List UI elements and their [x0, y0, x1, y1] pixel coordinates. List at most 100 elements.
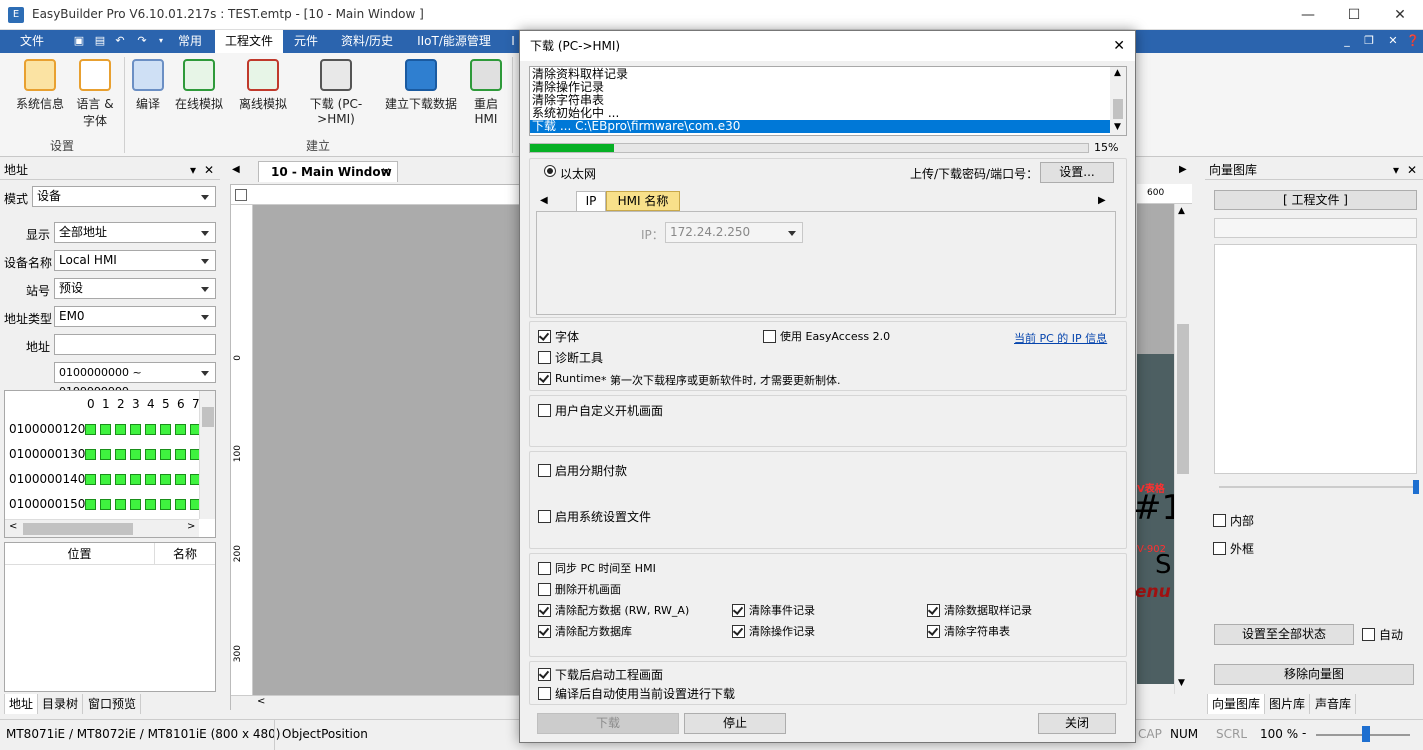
bit-cell[interactable] [160, 424, 171, 435]
list-header-name[interactable]: 名称 [155, 543, 215, 565]
redo-icon[interactable]: ↷ [135, 34, 149, 48]
bit-cell[interactable] [115, 449, 126, 460]
bit-cell[interactable] [85, 474, 96, 485]
bit-cell[interactable] [100, 474, 111, 485]
bit-cell[interactable] [160, 449, 171, 460]
tab-hmi-name[interactable]: HMI 名称 [606, 191, 680, 211]
tab-ip[interactable]: IP [576, 191, 606, 211]
menu-iiot[interactable]: IIoT/能源管理 [408, 30, 500, 53]
installment-checkbox[interactable]: 启用分期付款 [538, 464, 627, 478]
auto-checkbox[interactable]: 自动 [1362, 628, 1403, 642]
bit-cell[interactable] [85, 449, 96, 460]
clear-sample-checkbox[interactable]: 清除数据取样记录 [927, 604, 1032, 618]
download-pc-hmi-button[interactable]: 下载 (PC- >HMI) [304, 59, 368, 126]
outer-checkbox[interactable]: 外框 [1213, 542, 1254, 556]
mdi-minimize-icon[interactable]: _ [1340, 34, 1354, 48]
bit-cell[interactable] [145, 424, 156, 435]
menu-more[interactable]: I [506, 30, 520, 53]
bit-cell[interactable] [100, 424, 111, 435]
bit-cell[interactable] [160, 499, 171, 510]
clear-recipe-db-checkbox[interactable]: 清除配方数据库 [538, 625, 632, 639]
custom-boot-screen-checkbox[interactable]: 用户自定义开机画面 [538, 404, 663, 418]
language-font-button[interactable]: 语言 & 字体 [70, 59, 120, 129]
online-simulation-button[interactable]: 在线模拟 [172, 59, 226, 112]
tabs-scroll-right-icon[interactable]: ▶ [1098, 195, 1106, 206]
close-button[interactable]: 关闭 [1038, 713, 1116, 734]
mode-select[interactable]: 设备 [32, 186, 216, 207]
pane-dropdown-icon[interactable]: ▾ [190, 160, 196, 180]
delete-boot-screen-checkbox[interactable]: 删除开机画面 [538, 583, 621, 597]
bit-cell[interactable] [130, 474, 141, 485]
bit-cell[interactable] [100, 499, 111, 510]
zoom-out-icon[interactable]: - [1302, 726, 1306, 740]
bit-cell[interactable] [130, 449, 141, 460]
save-icon[interactable]: ▣ [72, 34, 86, 48]
bit-cell[interactable] [115, 499, 126, 510]
bit-cell[interactable] [175, 424, 186, 435]
undo-icon[interactable]: ↶ [113, 34, 127, 48]
bit-cell[interactable] [100, 449, 111, 460]
bit-cell[interactable] [175, 499, 186, 510]
clear-event-checkbox[interactable]: 清除事件记录 [732, 604, 815, 618]
menu-object[interactable]: 元件 [285, 30, 327, 53]
compile-button[interactable]: 编译 [128, 59, 168, 112]
bit-cell[interactable] [115, 424, 126, 435]
vertical-scrollbar[interactable] [199, 391, 215, 519]
tab-vector-library[interactable]: 向量图库 [1207, 694, 1266, 714]
mdi-close-icon[interactable]: ✕ [1386, 34, 1400, 48]
pane-dropdown-icon[interactable]: ▾ [1393, 160, 1399, 180]
clear-recipe-checkbox[interactable]: 清除配方数据 (RW, RW_A) [538, 604, 689, 618]
close-window-icon[interactable]: ✕ [1377, 0, 1423, 30]
menu-project[interactable]: 工程文件 [215, 30, 283, 53]
vector-slider[interactable] [1219, 480, 1419, 494]
auto-download-after-compile-checkbox[interactable]: 编译后自动使用当前设置进行下载 [538, 687, 735, 701]
device-name-select[interactable]: Local HMI [54, 250, 216, 271]
vector-preview-list[interactable] [1214, 244, 1417, 474]
minimize-icon[interactable]: — [1285, 0, 1331, 30]
ethernet-radio[interactable] [544, 165, 556, 177]
start-after-download-checkbox[interactable]: 下载后启动工程画面 [538, 668, 663, 682]
horizontal-scrollbar[interactable]: < > [5, 519, 199, 537]
offline-simulation-button[interactable]: 离线模拟 [236, 59, 290, 112]
canvas-horizontal-scrollbar[interactable]: < [231, 695, 521, 710]
mdi-restore-icon[interactable]: ❐ [1362, 34, 1376, 48]
menu-data-history[interactable]: 资料/历史 [332, 30, 402, 53]
tab-window-preview[interactable]: 窗口预览 [84, 694, 142, 714]
list-header-position[interactable]: 位置 [5, 543, 155, 565]
remove-vector-button[interactable]: 移除向量图 [1214, 664, 1414, 685]
station-select[interactable]: 预设 [54, 278, 216, 299]
address-input[interactable] [54, 334, 216, 355]
bit-cell[interactable] [85, 499, 96, 510]
dialog-close-icon[interactable]: ✕ [1113, 31, 1125, 61]
menu-common[interactable]: 常用 [168, 30, 212, 53]
project-file-combo[interactable]: [ 工程文件 ] [1214, 190, 1417, 210]
address-range-select[interactable]: 0100000000 ~ 0199999999 [54, 362, 216, 398]
runtime-checkbox[interactable]: Runtime [538, 372, 601, 386]
pc-ip-info-link[interactable]: 当前 PC 的 IP 信息 [1014, 330, 1107, 346]
tab-address[interactable]: 地址 [4, 694, 39, 714]
zoom-slider[interactable] [1316, 726, 1410, 742]
tab-main-window[interactable]: 10 - Main Window ✕ [258, 161, 398, 182]
tab-close-icon[interactable]: ✕ [381, 162, 391, 182]
restart-hmi-button[interactable]: 重启 HMI [466, 59, 506, 126]
diag-tool-checkbox[interactable]: 诊断工具 [538, 351, 603, 365]
settings-button[interactable]: 设置... [1040, 162, 1114, 183]
canvas-vertical-scrollbar[interactable]: ▲ ▼ [1174, 204, 1190, 694]
clear-string-checkbox[interactable]: 清除字符串表 [927, 625, 1010, 639]
menu-file[interactable]: 文件 [8, 30, 56, 53]
bit-cell[interactable] [130, 499, 141, 510]
system-settings-file-checkbox[interactable]: 启用系统设置文件 [538, 510, 651, 524]
bit-cell[interactable] [160, 474, 171, 485]
font-checkbox[interactable]: 字体 [538, 330, 579, 344]
sync-time-checkbox[interactable]: 同步 PC 时间至 HMI [538, 562, 656, 576]
maximize-icon[interactable]: ☐ [1331, 0, 1377, 30]
tab-directory-tree[interactable]: 目录树 [38, 694, 84, 714]
bit-cell[interactable] [130, 424, 141, 435]
tab-scroll-right-icon[interactable]: ▶ [1179, 164, 1187, 175]
quick-access-dropdown-icon[interactable]: ▾ [154, 34, 168, 48]
pane-close-icon[interactable]: ✕ [1407, 160, 1417, 180]
tab-picture-library[interactable]: 图片库 [1265, 694, 1311, 714]
vector-filter-input[interactable] [1214, 218, 1417, 238]
easyaccess-checkbox[interactable]: 使用 EasyAccess 2.0 [763, 330, 890, 344]
address-type-select[interactable]: EM0 [54, 306, 216, 327]
